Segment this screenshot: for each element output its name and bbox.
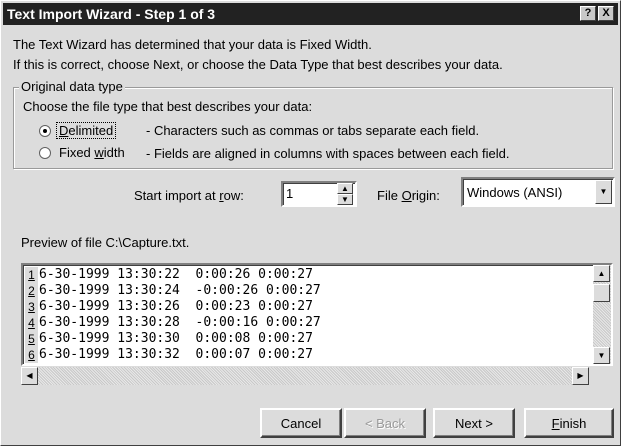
start-row-spinner[interactable]: 1 ▲ ▼	[281, 181, 357, 207]
preview-row: 5 6-30-1999 13:30:30 0:00:08 0:00:27	[25, 331, 591, 347]
group-legend: Original data type	[19, 79, 125, 94]
fixed-width-description: - Fields are aligned in columns with spa…	[146, 146, 510, 161]
spin-down-icon[interactable]: ▼	[337, 194, 353, 205]
preview-row: 1 6-30-1999 13:30:22 0:00:26 0:00:27	[25, 267, 591, 283]
row-text: 6-30-1999 13:30:30 0:00:08 0:00:27	[39, 331, 313, 346]
close-icon: X	[602, 7, 610, 19]
row-number: 5	[25, 331, 38, 347]
scroll-thumb[interactable]	[593, 284, 610, 302]
file-origin-select[interactable]: Windows (ANSI) ▼	[461, 177, 615, 207]
back-button[interactable]: < Back	[344, 408, 426, 438]
intro-line-2: If this is correct, choose Next, or choo…	[13, 57, 503, 72]
row-number: 3	[25, 299, 38, 315]
row-number: 6	[25, 347, 38, 363]
chevron-down-icon[interactable]: ▼	[595, 180, 612, 204]
horizontal-scrollbar[interactable]: ◀ ▶	[21, 367, 589, 385]
preview-row: 4 6-30-1999 13:30:28 -0:00:16 0:00:27	[25, 315, 591, 331]
title-bar: Text Import Wizard - Step 1 of 3 ? X	[3, 3, 618, 25]
spin-up-icon[interactable]: ▲	[337, 183, 353, 194]
row-text: 6-30-1999 13:30:26 0:00:23 0:00:27	[39, 299, 313, 314]
scroll-right-icon[interactable]: ▶	[572, 367, 589, 385]
file-type-prompt: Choose the file type that best describes…	[23, 99, 313, 114]
radio-fixed-width-indicator[interactable]	[39, 146, 51, 159]
scroll-left-icon[interactable]: ◀	[21, 367, 38, 385]
preview-label: Preview of file C:\Capture.txt.	[21, 235, 190, 250]
preview-row: 3 6-30-1999 13:30:26 0:00:23 0:00:27	[25, 299, 591, 315]
help-button[interactable]: ?	[580, 6, 596, 21]
row-text: 6-30-1999 13:30:24 -0:00:26 0:00:27	[39, 283, 321, 298]
window-title: Text Import Wizard - Step 1 of 3	[7, 6, 216, 22]
start-row-value[interactable]: 1	[286, 186, 293, 201]
file-origin-value[interactable]: Windows (ANSI)	[467, 185, 562, 200]
radio-delimited-indicator[interactable]	[39, 124, 51, 137]
preview-content: 1 6-30-1999 13:30:22 0:00:26 0:00:27 2 6-3…	[25, 267, 591, 363]
radio-fixed-width[interactable]: Fixed width	[39, 145, 128, 160]
row-number: 4	[25, 315, 38, 331]
next-button[interactable]: Next >	[433, 408, 515, 438]
file-preview-pane[interactable]: 1 6-30-1999 13:30:22 0:00:26 0:00:27 2 6-3…	[21, 263, 613, 366]
row-text: 6-30-1999 13:30:32 0:00:07 0:00:27	[39, 347, 313, 362]
row-text: 6-30-1999 13:30:28 -0:00:16 0:00:27	[39, 315, 321, 330]
scroll-up-icon[interactable]: ▲	[593, 265, 610, 282]
row-text: 6-30-1999 13:30:22 0:00:26 0:00:27	[39, 267, 313, 282]
delimited-description: - Characters such as commas or tabs sepa…	[146, 123, 480, 138]
text-import-wizard-dialog: Text Import Wizard - Step 1 of 3 ? X The…	[0, 0, 621, 446]
file-origin-label: File Origin:	[377, 188, 440, 203]
preview-row: 6 6-30-1999 13:30:32 0:00:07 0:00:27	[25, 347, 591, 363]
intro-line-1: The Text Wizard has determined that your…	[13, 37, 372, 52]
spin-buttons: ▲ ▼	[337, 183, 354, 205]
finish-button[interactable]: Finish	[524, 408, 614, 438]
row-number: 2	[25, 283, 38, 299]
vertical-scrollbar[interactable]: ▲ ▼	[593, 265, 611, 364]
help-icon: ?	[584, 7, 592, 19]
radio-delimited-label[interactable]: Delimited	[56, 122, 117, 139]
radio-delimited[interactable]: Delimited	[39, 122, 117, 139]
cancel-button[interactable]: Cancel	[260, 408, 342, 438]
preview-row: 2 6-30-1999 13:30:24 -0:00:26 0:00:27	[25, 283, 591, 299]
scroll-down-icon[interactable]: ▼	[593, 347, 610, 364]
row-number: 1	[25, 267, 38, 283]
close-button[interactable]: X	[598, 6, 614, 21]
start-import-label: Start import at row:	[134, 188, 244, 203]
radio-fixed-width-label[interactable]: Fixed width	[56, 145, 128, 160]
